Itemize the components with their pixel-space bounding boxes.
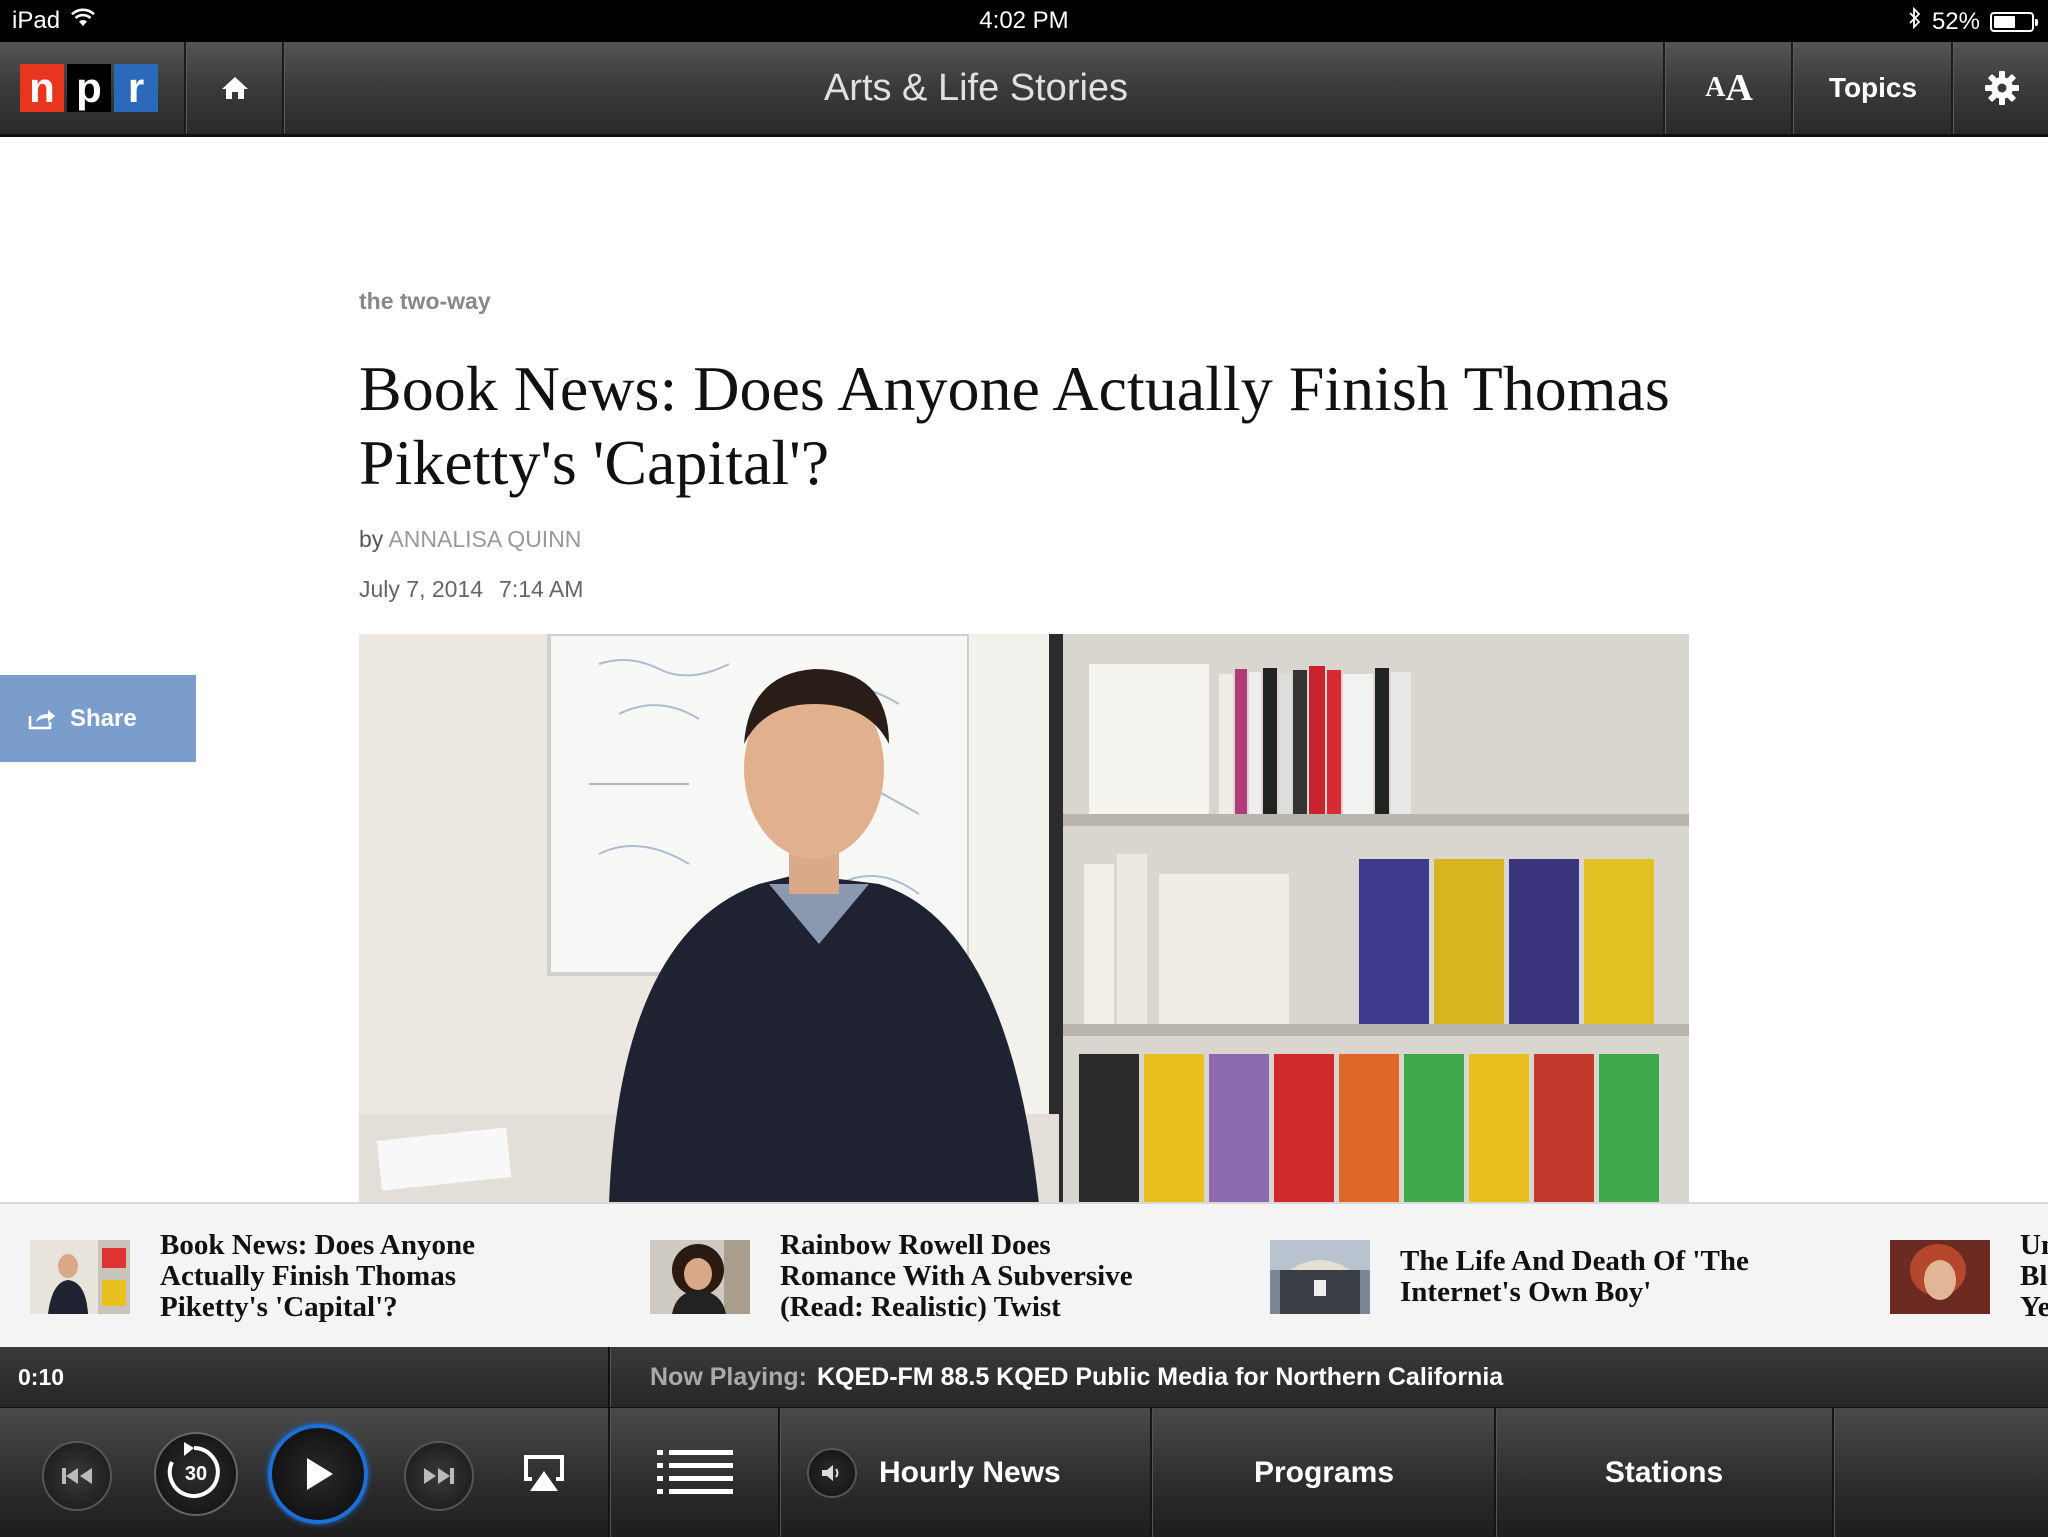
- hourly-news-button[interactable]: Hourly News: [781, 1408, 1149, 1537]
- settings-button[interactable]: [1955, 42, 2048, 134]
- skip-back-icon: [62, 1468, 92, 1484]
- speaker-icon: [807, 1447, 857, 1498]
- related-story[interactable]: Rainbow Rowell Does Romance With A Subve…: [650, 1204, 1140, 1349]
- back-30-label: 30: [184, 1462, 208, 1485]
- font-large-glyph: A: [1725, 67, 1753, 109]
- article-headline: Book News: Does Anyone Actually Finish T…: [359, 353, 1670, 498]
- logo-letter-r: r: [114, 64, 158, 112]
- related-thumbnail: [30, 1239, 130, 1314]
- related-thumbnail: [1270, 1239, 1370, 1314]
- airplay-icon: [524, 1455, 564, 1491]
- previous-button[interactable]: [42, 1441, 112, 1511]
- programs-button[interactable]: Programs: [1153, 1408, 1495, 1537]
- related-story[interactable]: Book News: Does Anyone Actually Finish T…: [30, 1204, 520, 1349]
- gear-icon: [1984, 71, 2019, 105]
- byline-prefix: by: [359, 526, 384, 552]
- battery-percent: 52%: [1931, 7, 1980, 35]
- home-button[interactable]: [188, 42, 282, 134]
- now-playing-station: KQED-FM 88.5 KQED Public Media for North…: [816, 1363, 1504, 1391]
- dateline: July 7, 2014 7:14 AM: [359, 576, 583, 603]
- now-playing-bar: 0:10 Now Playing: KQED-FM 88.5 KQED Publi…: [0, 1347, 2048, 1407]
- now-playing-label: Now Playing:: [650, 1363, 807, 1391]
- related-title: The Life And Death Of 'The Internet's Ow…: [1400, 1244, 1749, 1308]
- share-button[interactable]: Share: [0, 675, 196, 762]
- top-nav-bar: n p r Arts & Life Stories A A Topics: [0, 42, 2048, 137]
- status-bar: iPad 4:02 PM 52%: [0, 0, 2048, 42]
- related-thumbnail: [650, 1239, 750, 1314]
- airplay-button[interactable]: [518, 1448, 570, 1498]
- npr-logo[interactable]: n p r: [20, 64, 158, 112]
- hourly-news-label: Hourly News: [879, 1455, 1061, 1489]
- page-title: Arts & Life Stories: [823, 67, 1129, 109]
- elapsed-time: 0:10: [18, 1364, 65, 1390]
- list-icon: [657, 1449, 733, 1494]
- related-thumbnail: [1890, 1239, 1990, 1314]
- back-30-button[interactable]: 30: [154, 1432, 238, 1516]
- article-photo: [359, 634, 1689, 1204]
- font-small-glyph: A: [1705, 72, 1726, 103]
- play-button[interactable]: [268, 1424, 368, 1524]
- now-playing[interactable]: Now Playing: KQED-FM 88.5 KQED Public Med…: [650, 1347, 1503, 1407]
- related-title: Un Bl Ye: [2020, 1230, 2048, 1323]
- related-story[interactable]: The Life And Death Of 'The Internet's Ow…: [1270, 1204, 1760, 1349]
- related-story[interactable]: Un Bl Ye: [1890, 1204, 2048, 1349]
- article-time: 7:14 AM: [499, 576, 584, 602]
- logo-letter-p: p: [67, 64, 111, 112]
- article-date: July 7, 2014: [359, 576, 484, 602]
- byline: by ANNALISA QUINN: [359, 526, 581, 553]
- related-title: Book News: Does Anyone Actually Finish T…: [160, 1229, 475, 1323]
- play-icon: [307, 1458, 333, 1490]
- bluetooth-icon: [1908, 6, 1922, 36]
- share-icon: [28, 708, 56, 730]
- battery-icon: [1990, 11, 2038, 32]
- share-label: Share: [70, 704, 137, 732]
- status-time: 4:02 PM: [979, 7, 1069, 34]
- font-size-button[interactable]: A A: [1667, 42, 1791, 134]
- skip-forward-icon: [424, 1468, 454, 1484]
- logo-letter-n: n: [20, 64, 64, 112]
- related-stories-strip: Book News: Does Anyone Actually Finish T…: [0, 1202, 2048, 1351]
- topics-button[interactable]: Topics: [1795, 42, 1951, 134]
- section-label[interactable]: the two-way: [359, 288, 491, 315]
- related-title: Rainbow Rowell Does Romance With A Subve…: [780, 1229, 1133, 1323]
- author-link[interactable]: ANNALISA QUINN: [388, 526, 581, 552]
- player-toolbar: 30 Hourly News Programs Stations: [0, 1407, 2048, 1537]
- home-icon: [222, 77, 248, 99]
- playlist-button[interactable]: [612, 1408, 778, 1537]
- next-button[interactable]: [404, 1441, 474, 1511]
- stations-button[interactable]: Stations: [1497, 1408, 1831, 1537]
